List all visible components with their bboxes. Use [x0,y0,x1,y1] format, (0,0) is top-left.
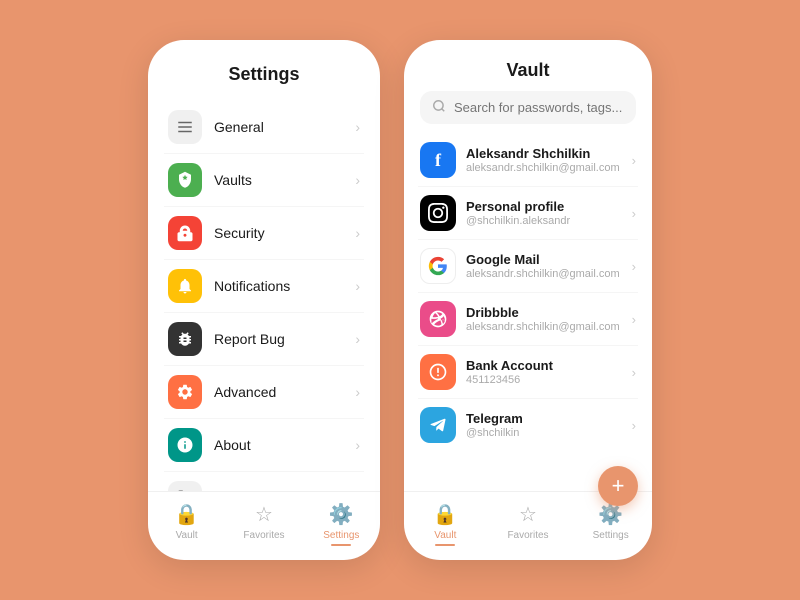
dribbble-chevron: › [632,312,636,327]
settings-bottom-nav: 🔒 Vault ☆ Favorites ⚙️ Settings [148,491,380,560]
dribbble-icon [420,301,456,337]
settings-nav-icon: ⚙️ [329,502,354,527]
google-icon [420,248,456,284]
telegram-title: Telegram [466,411,632,426]
bank-icon [420,354,456,390]
dribbble-info: Dribbble aleksandr.shchilkin@gmail.com [466,305,632,333]
general-icon [168,110,202,144]
settings-nav-indicator [331,544,351,546]
settings-panel: Settings General › Vaults › Security › [148,40,380,560]
vaults-chevron: › [355,172,360,188]
vault-nav-label: Vault [176,530,198,541]
vault-nav-indicator [435,544,455,546]
bank-info: Bank Account 451123456 [466,358,632,386]
settings-item-security[interactable]: Security › [164,207,364,260]
vault-bottom-vault-icon: 🔒 [433,502,458,527]
settings-item-about[interactable]: About › [164,419,364,472]
advanced-icon [168,375,202,409]
google-title: Google Mail [466,252,632,267]
general-chevron: › [355,119,360,135]
settings-item-notifications[interactable]: Notifications › [164,260,364,313]
settings-nav-favorites[interactable]: ☆ Favorites [225,502,302,546]
settings-title: Settings [168,64,360,85]
google-info: Google Mail aleksandr.shchilkin@gmail.co… [466,252,632,280]
search-input[interactable] [454,100,624,115]
facebook-subtitle: aleksandr.shchilkin@gmail.com [466,162,632,174]
about-chevron: › [355,437,360,453]
facebook-info: Aleksandr Shchilkin aleksandr.shchilkin@… [466,146,632,174]
vault-header: Vault [404,40,652,91]
telegram-subtitle: @shchilkin [466,427,632,439]
bank-title: Bank Account [466,358,632,373]
logout-icon [168,481,202,491]
vault-bottom-vault-label: Vault [434,530,456,541]
search-bar[interactable] [420,91,636,124]
vault-nav-icon: 🔒 [174,502,199,527]
facebook-icon: f [420,142,456,178]
instagram-icon [420,195,456,231]
instagram-title: Personal profile [466,199,632,214]
facebook-chevron: › [632,153,636,168]
settings-nav-vault[interactable]: 🔒 Vault [148,502,225,546]
vault-item-google[interactable]: Google Mail aleksandr.shchilkin@gmail.co… [418,240,638,293]
security-label: Security [214,225,355,241]
google-chevron: › [632,259,636,274]
notifications-icon [168,269,202,303]
vault-panel: Vault f Aleksandr Shchilkin aleksandr.sh… [404,40,652,560]
instagram-info: Personal profile @shchilkin.aleksandr [466,199,632,227]
telegram-info: Telegram @shchilkin [466,411,632,439]
telegram-chevron: › [632,418,636,433]
vault-list: f Aleksandr Shchilkin aleksandr.shchilki… [404,134,652,491]
search-icon [432,99,446,116]
vaults-icon [168,163,202,197]
settings-item-vaults[interactable]: Vaults › [164,154,364,207]
vault-nav-settings[interactable]: ⚙️ Settings [569,502,652,546]
notifications-label: Notifications [214,278,355,294]
report-bug-label: Report Bug [214,331,355,347]
vault-item-instagram[interactable]: Personal profile @shchilkin.aleksandr › [418,187,638,240]
bank-subtitle: 451123456 [466,374,632,386]
security-icon [168,216,202,250]
notifications-chevron: › [355,278,360,294]
report-bug-icon [168,322,202,356]
settings-item-report-bug[interactable]: Report Bug › [164,313,364,366]
advanced-chevron: › [355,384,360,400]
settings-item-general[interactable]: General › [164,101,364,154]
add-button[interactable]: + [598,466,638,506]
vault-nav-favorites[interactable]: ☆ Favorites [487,502,570,546]
vault-item-telegram[interactable]: Telegram @shchilkin › [418,399,638,451]
telegram-icon [420,407,456,443]
settings-list: General › Vaults › Security › Notificati… [148,97,380,491]
about-label: About [214,437,355,453]
settings-item-logout[interactable]: Log out › [164,472,364,491]
dribbble-subtitle: aleksandr.shchilkin@gmail.com [466,321,632,333]
settings-header: Settings [148,40,380,97]
instagram-chevron: › [632,206,636,221]
general-label: General [214,119,355,135]
favorites-nav-icon: ☆ [255,502,273,527]
vault-bottom-settings-label: Settings [593,530,629,541]
vault-bottom-fav-icon: ☆ [519,502,537,527]
dribbble-title: Dribbble [466,305,632,320]
settings-item-advanced[interactable]: Advanced › [164,366,364,419]
vault-item-bank[interactable]: Bank Account 451123456 › [418,346,638,399]
vault-item-dribbble[interactable]: Dribbble aleksandr.shchilkin@gmail.com › [418,293,638,346]
about-icon [168,428,202,462]
bank-chevron: › [632,365,636,380]
settings-nav-label: Settings [323,530,359,541]
vault-nav-vault[interactable]: 🔒 Vault [404,502,487,546]
advanced-label: Advanced [214,384,355,400]
facebook-title: Aleksandr Shchilkin [466,146,632,161]
vault-item-facebook[interactable]: f Aleksandr Shchilkin aleksandr.shchilki… [418,134,638,187]
vaults-label: Vaults [214,172,355,188]
vault-title: Vault [424,60,632,81]
instagram-subtitle: @shchilkin.aleksandr [466,215,632,227]
security-chevron: › [355,225,360,241]
vault-bottom-fav-label: Favorites [507,530,548,541]
google-subtitle: aleksandr.shchilkin@gmail.com [466,268,632,280]
favorites-nav-label: Favorites [243,530,284,541]
settings-nav-settings[interactable]: ⚙️ Settings [303,502,380,546]
report-bug-chevron: › [355,331,360,347]
